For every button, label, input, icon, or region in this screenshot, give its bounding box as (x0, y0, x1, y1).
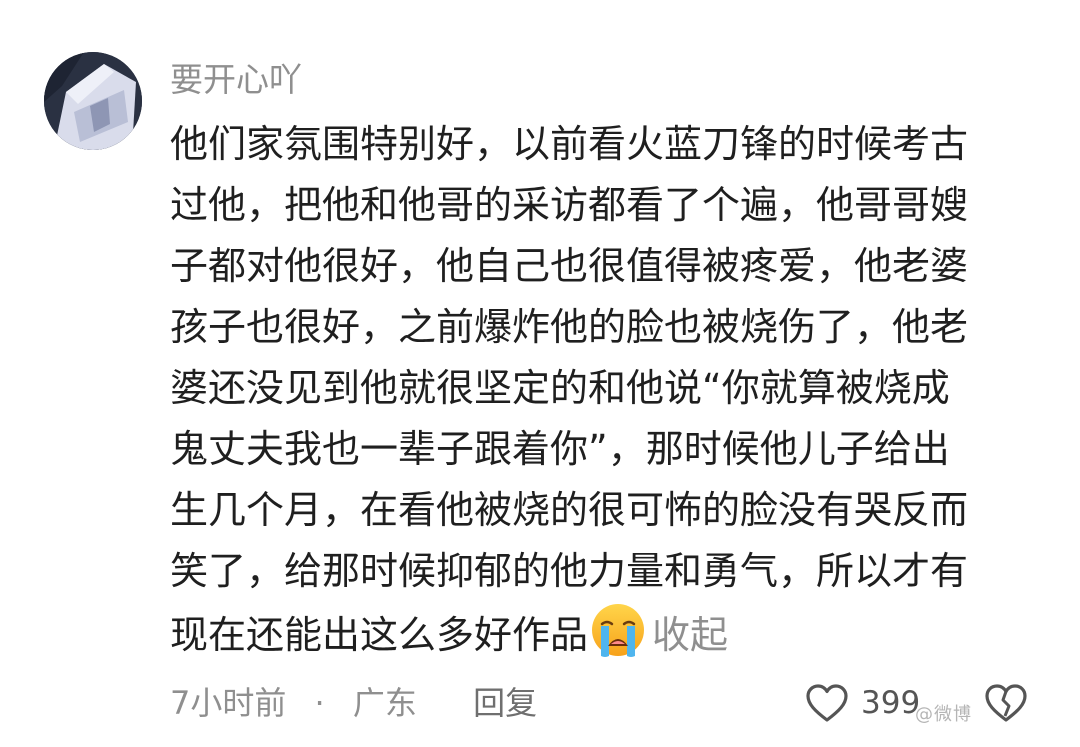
comment-line: 现在还能出这么多好作品 (170, 613, 589, 657)
comment-body: 他们家氛围特别好，以前看火蓝刀锋的时候考古 过他，把他和他哥的采访都看了个遍，他… (170, 114, 1030, 663)
comment-line: 子都对他很好，他自己也很值得被疼爱，他老婆 (170, 244, 969, 288)
meta-separator: · (314, 684, 325, 722)
heart-icon (806, 684, 848, 722)
comment-line: 过他，把他和他哥的采访都看了个遍，他哥哥嫂 (170, 183, 969, 227)
collapse-button[interactable]: 收起 (652, 613, 728, 657)
dislike-icon (985, 684, 1027, 722)
comment-line: 孩子也很好，之前爆炸他的脸也被烧伤了，他老 (170, 305, 969, 349)
avatar-image (44, 52, 142, 150)
dislike-button[interactable] (983, 680, 1029, 728)
comment-line: 婆还没见到他就很坚定的和他说“你就算被烧成 (170, 366, 950, 410)
like-button[interactable]: 399 (805, 680, 920, 726)
like-count: 399 (861, 685, 921, 721)
loudly-crying-face-icon (592, 604, 645, 657)
avatar[interactable] (44, 52, 142, 150)
comment-last-line: 现在还能出这么多好作品 收起 (170, 602, 1030, 663)
comment-line: 他们家氛围特别好，以前看火蓝刀锋的时候考古 (170, 122, 969, 166)
username[interactable]: 要开心吖 (170, 58, 302, 102)
location: 广东 (352, 684, 417, 722)
comment-line: 笑了，给那时候抑郁的他力量和勇气，所以才有 (170, 549, 969, 593)
comment-line: 生几个月，在看他被烧的很可怖的脸没有哭反而 (170, 488, 969, 532)
watermark: @微博 (915, 704, 972, 725)
comment-line: 鬼丈夫我也一辈子跟着你”，那时候他儿子给出 (170, 427, 950, 471)
reply-button[interactable]: 回复 (473, 680, 537, 726)
timestamp: 7小时前 (170, 684, 287, 722)
comment-meta: 7小时前 · 广东 回复 (170, 680, 537, 726)
